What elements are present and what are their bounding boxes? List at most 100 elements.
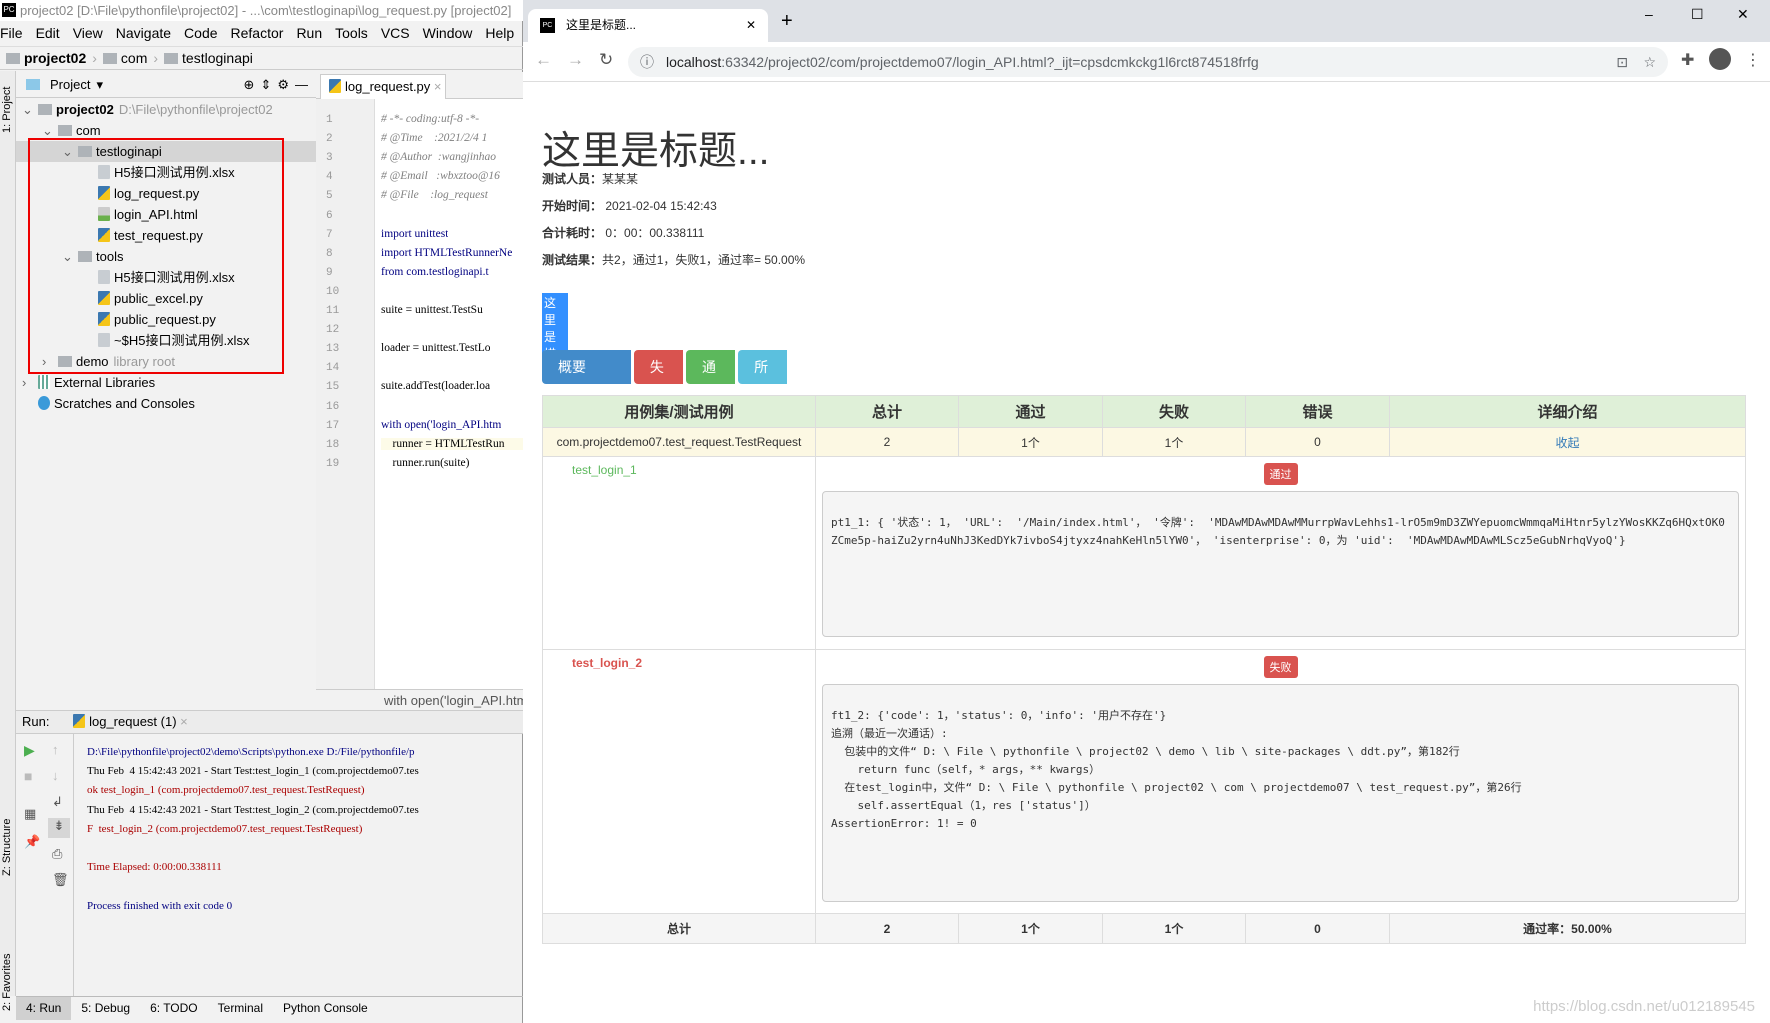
locate-icon[interactable]: ⊕ xyxy=(244,77,255,93)
stop-icon[interactable]: ■ xyxy=(24,768,32,784)
info-key: 开始时间： xyxy=(542,199,603,213)
pin-icon[interactable]: 📌 xyxy=(24,834,40,850)
code-line[interactable]: # @Time :2021/2/4 1 xyxy=(381,132,487,144)
rerun-icon[interactable]: ▶ xyxy=(24,742,35,759)
breadcrumb-label: testloginapi xyxy=(182,50,253,66)
code-line[interactable]: loader = unittest.TestLo xyxy=(381,342,490,354)
down-arrow-icon[interactable]: ↓ xyxy=(52,768,59,783)
extensions-icon[interactable]: ✚ xyxy=(1681,50,1694,70)
chevron-right-icon: › xyxy=(92,50,97,66)
favorites-tool-tab[interactable]: 2: Favorites xyxy=(1,954,13,1011)
gear-icon[interactable]: ⚙ xyxy=(277,77,289,93)
python-file-icon xyxy=(73,714,86,728)
translate-icon[interactable]: ⊡ xyxy=(1616,47,1628,77)
bottom-tab[interactable]: Terminal xyxy=(208,997,273,1020)
menu-item-window[interactable]: Window xyxy=(423,22,473,44)
menu-item-vcs[interactable]: VCS xyxy=(381,22,410,44)
bottom-tab[interactable]: 5: Debug xyxy=(71,997,140,1020)
code-line[interactable]: from com.testloginapi.t xyxy=(381,266,489,278)
new-tab-icon[interactable]: + xyxy=(781,10,793,33)
breadcrumb-item[interactable]: testloginapi xyxy=(164,50,253,66)
code-line[interactable]: # -*- coding:utf-8 -*- xyxy=(381,113,479,125)
info-line: 测试结果：共2，通过1，失败1，通过率= 50.00% xyxy=(542,251,805,268)
close-window-icon[interactable]: ✕ xyxy=(1737,6,1749,23)
menu-item-refactor[interactable]: Refactor xyxy=(231,22,284,44)
bottom-tab[interactable]: 6: TODO xyxy=(140,997,208,1020)
filter-button[interactable]: 所有{2} xyxy=(738,350,788,443)
code-line[interactable]: runner.run(suite) xyxy=(381,457,470,469)
filter-button[interactable]: 概要{50.00%} xyxy=(542,350,631,409)
line-number: 14 xyxy=(326,362,340,375)
menu-item-code[interactable]: Code xyxy=(184,22,217,44)
menu-item-help[interactable]: Help xyxy=(485,22,514,44)
reload-icon[interactable]: ↻ xyxy=(599,50,613,70)
code-line[interactable]: # @Author :wangjinhao xyxy=(381,151,496,163)
chevron-down-icon[interactable]: ▾ xyxy=(96,77,103,93)
code-line[interactable]: # @Email :wbxztoo@16 xyxy=(381,170,500,182)
back-icon[interactable]: ← xyxy=(535,50,552,70)
print-icon[interactable]: ⎙ xyxy=(52,846,62,862)
menu-item-edit[interactable]: Edit xyxy=(36,22,60,44)
scroll-to-end-icon[interactable]: ⇟ xyxy=(48,818,70,838)
close-icon[interactable]: × xyxy=(180,714,188,729)
url-bar[interactable]: ⓘ localhost:63342/project02/com/projectd… xyxy=(628,47,1668,77)
case-name: test_login_2 xyxy=(572,656,643,670)
menu-item-tools[interactable]: Tools xyxy=(335,22,368,44)
tree-item[interactable]: ⌄ project02 D:\File\pythonfile\project02 xyxy=(16,99,316,120)
column-header: 详细介绍 xyxy=(1389,395,1746,428)
code-line[interactable]: with open('login_API.htm xyxy=(381,419,501,431)
breadcrumb-item[interactable]: com xyxy=(102,50,147,66)
minimize-icon[interactable]: — xyxy=(295,77,308,92)
browser-tab[interactable]: PC 这里是标题... ✕ xyxy=(528,9,768,42)
maximize-window-icon[interactable]: ☐ xyxy=(1691,6,1704,23)
bottom-tab[interactable]: Python Console xyxy=(273,997,378,1020)
info-line: 开始时间： 2021-02-04 15:42:43 xyxy=(542,197,717,214)
console-line: Time Elapsed: 0:00:00.338111 xyxy=(87,861,222,874)
profile-avatar-icon[interactable] xyxy=(1709,48,1731,70)
info-icon[interactable]: ⓘ xyxy=(640,47,654,77)
code-line[interactable]: suite.addTest(loader.loa xyxy=(381,380,490,392)
project-view-dropdown[interactable]: Project xyxy=(50,77,90,92)
soft-wrap-icon[interactable]: ↲ xyxy=(52,794,63,810)
minimize-window-icon[interactable]: – xyxy=(1645,6,1653,22)
line-number: 1 xyxy=(326,114,333,126)
trash-icon[interactable]: 🗑 xyxy=(52,872,69,888)
chevron-down-icon[interactable]: ⌄ xyxy=(22,99,38,120)
up-arrow-icon[interactable]: ↑ xyxy=(52,742,59,757)
more-menu-icon[interactable]: ⋮ xyxy=(1745,50,1761,70)
menu-item-view[interactable]: View xyxy=(73,22,103,44)
menu-item-file[interactable]: File xyxy=(0,22,23,44)
project-tool-tab[interactable]: 1: Project xyxy=(1,87,13,133)
collapse-link[interactable]: 收起 xyxy=(1555,436,1579,450)
bookmark-star-icon[interactable]: ☆ xyxy=(1643,47,1656,77)
suite-row: com.projectdemo07.test_request.TestReque… xyxy=(542,427,1746,457)
close-tab-icon[interactable]: ✕ xyxy=(746,9,756,42)
status-badge[interactable]: 通过 xyxy=(1263,463,1298,485)
chevron-right-icon[interactable]: › xyxy=(22,372,38,393)
code-line[interactable]: # @File :log_request xyxy=(381,189,488,201)
menu-item-navigate[interactable]: Navigate xyxy=(116,22,171,44)
structure-tool-tab[interactable]: Z: Structure xyxy=(1,819,13,876)
line-number: 15 xyxy=(326,381,340,394)
tree-item-label: project02 xyxy=(56,102,114,117)
status-badge[interactable]: 失败 xyxy=(1263,656,1298,678)
info-value: 2021-02-04 15:42:43 xyxy=(602,199,717,213)
bottom-tab[interactable]: 4: Run xyxy=(16,997,72,1020)
close-icon[interactable]: × xyxy=(434,79,442,94)
filter-button[interactable]: 失败{1} xyxy=(633,350,683,443)
code-line[interactable]: import unittest xyxy=(381,228,448,240)
code-line[interactable]: runner = HTMLTestRun xyxy=(381,437,523,450)
tree-item[interactable]: › External Libraries xyxy=(16,372,316,393)
forward-icon[interactable]: → xyxy=(567,50,584,70)
console-line: Thu Feb 4 15:42:43 2021 - Start Test:tes… xyxy=(87,765,419,778)
layout-icon[interactable]: ▦ xyxy=(24,806,36,822)
collapse-all-icon[interactable]: ⇕ xyxy=(260,77,271,93)
menu-item-run[interactable]: Run xyxy=(296,22,322,44)
code-line[interactable]: suite = unittest.TestSu xyxy=(381,304,483,316)
breadcrumb-item[interactable]: project02 xyxy=(6,50,86,66)
code-line[interactable]: import HTMLTestRunnerNe xyxy=(381,247,512,259)
filter-button[interactable]: 通过{1} xyxy=(685,350,736,443)
tree-item[interactable]: Scratches and Consoles xyxy=(16,393,316,414)
run-tab[interactable]: log_request (1) × xyxy=(73,714,188,729)
editor-tab-log-request[interactable]: log_request.py × xyxy=(320,74,446,99)
